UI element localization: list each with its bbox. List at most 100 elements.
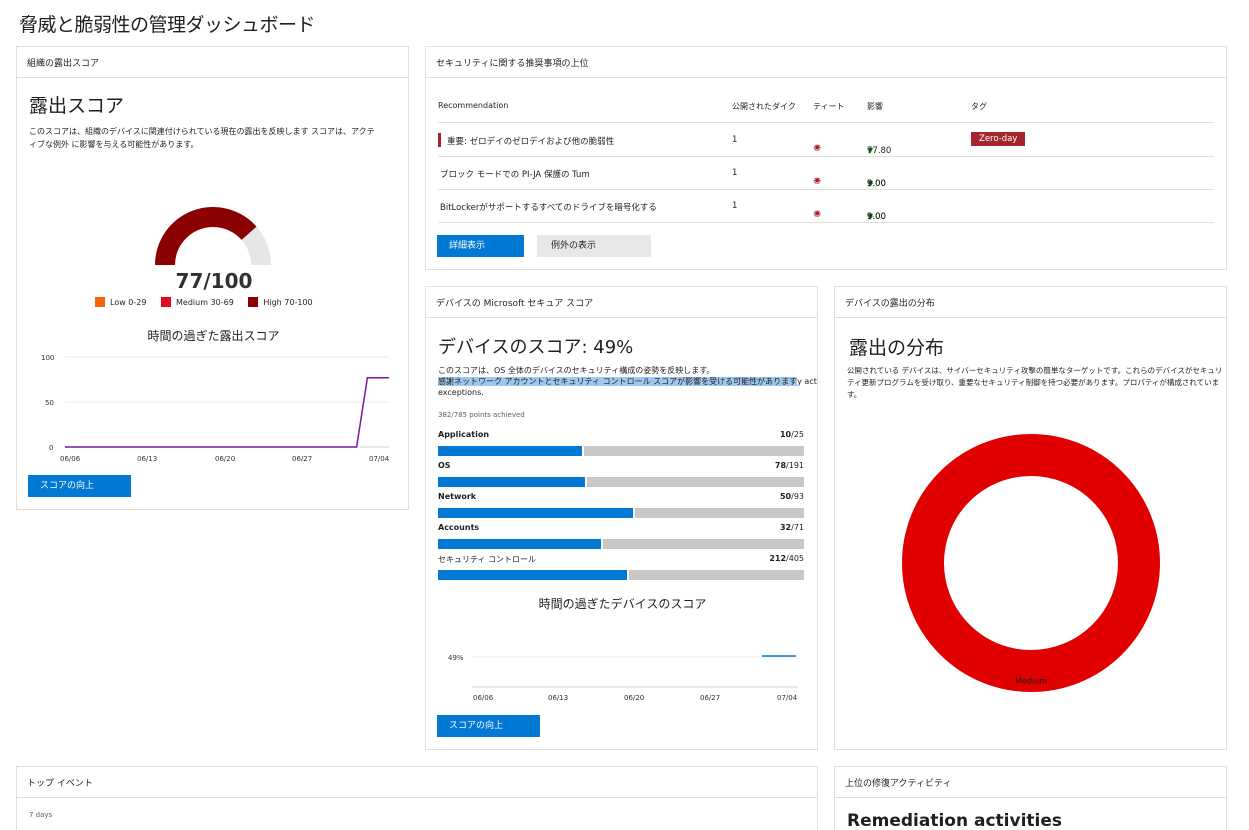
exposure-distribution-card: デバイスの露出の分布 露出の分布 公開されている デバイスは、サイバーセキュリテ… (834, 286, 1227, 750)
exposure-score-card: 組織の露出スコア 露出スコア このスコアは、組織のデバイスに関連付けられている現… (16, 46, 409, 510)
legend-medium-swatch (161, 297, 171, 307)
show-details-button[interactable]: 詳細表示 (437, 235, 524, 257)
score-category-bar-fill (438, 539, 603, 549)
top-events-card: トップ イベント 7 days (16, 766, 818, 830)
col-impact[interactable]: 影響 (867, 101, 883, 112)
exposure-title: 露出スコア (29, 95, 125, 117)
x-tick: 06/06 (473, 694, 494, 702)
score-category-value: 78/191 (775, 461, 804, 470)
y-tick-100: 100 (41, 354, 54, 362)
legend-low-label: Low 0-29 (110, 297, 147, 307)
score-category-label: Network (438, 492, 477, 501)
bug-icon: ✷ (813, 143, 822, 154)
impact-score-secondary: 9.00 (867, 212, 886, 222)
y-tick-50: 50 (45, 399, 54, 407)
events-time-range: 7 days (29, 811, 53, 819)
exposure-line-chart: 100 50 0 06/06 06/13 06/20 06/27 07/04 (41, 354, 390, 463)
x-tick: 06/13 (548, 694, 568, 702)
device-score-chart-title: 時間の過ぎたデバイスのスコア (538, 597, 707, 611)
legend-medium: Medium 30-69 (161, 297, 234, 307)
score-category-label: OS (438, 461, 451, 470)
recommendation-name: BitLockerがサポートするすべてのドライブを暗号化する (440, 203, 657, 213)
show-exceptions-button[interactable]: 例外の表示 (537, 235, 651, 257)
recommendations-card-header: セキュリティに関する推奨事項の上位 (426, 47, 1226, 78)
gauge-value: 77/100 (175, 269, 253, 293)
col-tags[interactable]: タグ (971, 101, 987, 112)
col-exposed-devices[interactable]: 公開されたダイク (732, 101, 796, 112)
remediation-card-header: 上位の修復アクティビティ (835, 767, 1226, 798)
score-category-value: 32/71 (780, 523, 804, 532)
bug-icon: ✷ (813, 209, 822, 220)
x-tick: 06/20 (215, 455, 235, 463)
secure-score-description: このスコアは、OS 全体のデバイスのセキュリティ構成の姿勢を反映します。 感謝ネ… (438, 365, 817, 398)
critical-indicator (438, 133, 441, 147)
description-line-3: exceptions. (438, 388, 484, 397)
score-category-total: /25 (791, 430, 804, 439)
distribution-title: 露出の分布 (849, 337, 945, 359)
secure-score-card: デバイスの Microsoft セキュア スコア デバイスのスコア: 49% こ… (425, 286, 818, 750)
col-recommendation[interactable]: Recommendation (438, 101, 508, 110)
score-category-points: 78 (774, 461, 787, 470)
bug-icon: ✷ (813, 176, 822, 187)
exposed-devices-count: 1 (732, 135, 738, 145)
score-category-total: /191 (786, 461, 804, 470)
exposed-devices-count: 1 (732, 168, 738, 178)
score-category-label: セキュリティ コントロール (438, 555, 537, 564)
exposure-legend: Low 0-29 Medium 30-69 High 70-100 (95, 297, 355, 307)
exposed-devices-count: 1 (732, 201, 738, 211)
exposure-card-header: 組織の露出スコア (17, 47, 408, 78)
score-category-points: 50 (779, 492, 792, 501)
x-tick: 06/13 (137, 455, 157, 463)
highlighted-text: 感謝ネットワーク アカウントとセキュリティ コントロール スコアが影響を受ける可… (438, 377, 798, 386)
col-threats[interactable]: ティート (813, 101, 845, 112)
distribution-description: 公開されている デバイスは、サイバーセキュリティ攻撃の簡単なターゲットです。これ… (847, 366, 1223, 399)
impact-score: 77.80 (867, 146, 892, 156)
legend-low-swatch (95, 297, 105, 307)
score-category-bar-fill (438, 570, 629, 580)
score-category-total: /405 (786, 554, 804, 563)
description-line-2: 感謝ネットワーク アカウントとセキュリティ コントロール スコアが影響を受ける可… (438, 376, 817, 387)
score-category-label: Accounts (438, 523, 480, 532)
recommendation-name: 重要: ゼロデイのゼロデイおよび他の脆弱性 (447, 137, 615, 147)
description-line-1: このスコアは、OS 全体のデバイスのセキュリティ構成の姿勢を反映します。 (438, 366, 715, 375)
x-tick: 06/27 (700, 694, 720, 702)
x-tick: 06/06 (60, 455, 81, 463)
remediation-title: Remediation activities (847, 811, 1062, 830)
improve-exposure-score-button[interactable]: スコアの向上 (28, 475, 131, 497)
impact-score-secondary: 9.00 (867, 179, 886, 189)
score-category-points: 10 (779, 430, 792, 439)
exposure-chart-title: 時間の過ぎた露出スコア (147, 329, 280, 343)
score-category-total: /71 (791, 523, 804, 532)
exposure-distribution-donut (902, 434, 1160, 692)
description-line-2-suffix: y active (797, 377, 817, 386)
recommendation-row[interactable]: ブロック モードでの PI-JA 保護の Tum 1 ⊘ ✷ ▼ 3.00 | +… (438, 157, 1214, 190)
legend-high: High 70-100 (248, 297, 313, 307)
x-tick: 06/20 (624, 694, 644, 702)
recommendation-row[interactable]: BitLockerがサポートするすべてのドライブを暗号化する 1 ⊘ ✷ ▼ 3.… (438, 190, 1214, 223)
legend-low: Low 0-29 (95, 297, 147, 307)
gauge-fill (155, 206, 257, 265)
score-category-label: Application (438, 430, 490, 439)
legend-medium-swatch (1000, 676, 1010, 686)
x-tick: 07/04 (369, 455, 390, 463)
score-category-points: 212 (769, 554, 787, 563)
score-category-bar-fill (438, 446, 584, 456)
score-category-total: /93 (791, 492, 804, 501)
x-tick: 07/04 (777, 694, 798, 702)
recommendation-row[interactable]: 重要: ゼロデイのゼロデイおよび他の脆弱性 1 ⊘ ✷ ▼ 77.80 Zero-… (438, 124, 1214, 157)
y-tick-49: 49% (448, 654, 464, 662)
device-score-title: デバイスのスコア: 49% (438, 337, 634, 358)
score-category-bar-fill (438, 508, 635, 518)
secure-score-card-header: デバイスの Microsoft セキュア スコア (426, 287, 817, 318)
donut-slice-medium (902, 434, 1160, 692)
distribution-legend: Medium (1000, 676, 1047, 686)
exposure-score-line (65, 376, 389, 448)
x-tick: 06/27 (292, 455, 312, 463)
legend-medium-label: Medium 30-69 (176, 297, 234, 307)
exposure-gauge (155, 206, 271, 265)
improve-device-score-button[interactable]: スコアの向上 (437, 715, 540, 737)
zero-day-tag: Zero-day (971, 132, 1026, 146)
remediation-card: 上位の修復アクティビティ Remediation activities (834, 766, 1227, 830)
legend-medium-label: Medium (1015, 676, 1047, 686)
recommendation-name: ブロック モードでの PI-JA 保護の Tum (440, 170, 590, 180)
